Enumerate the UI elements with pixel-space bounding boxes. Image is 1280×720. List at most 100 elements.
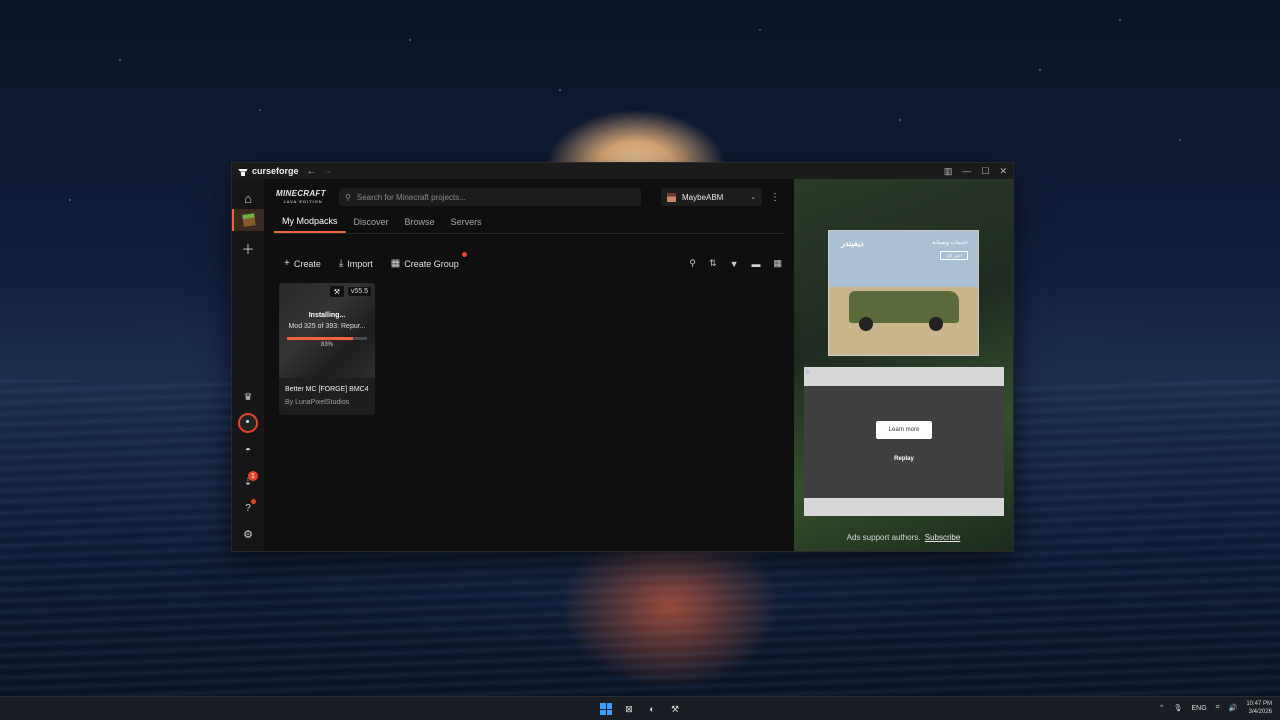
search-placeholder: Search for Minecraft projects... [356,192,466,202]
chevron-down-icon: ⌄ [750,194,756,201]
import-button[interactable]: ⤓ Import [339,258,373,269]
version-label: v55.5 [347,287,371,296]
tab-browse[interactable]: Browse [397,211,443,233]
start-button[interactable] [598,701,614,717]
close-button[interactable]: ✕ [999,166,1007,177]
search-input[interactable]: ⚲ Search for Minecraft projects... [339,188,641,206]
filter-icon[interactable]: ▼ [730,259,739,269]
subscribe-link[interactable]: Subscribe [925,533,961,542]
app-brand: curseforge [238,166,299,176]
ad-panel: ديفيندر خدمات وصيانة احجز الآن ▷ Learn m… [794,179,1013,551]
tab-discover[interactable]: Discover [346,211,397,233]
discord-icon[interactable]: ◓ [236,439,260,461]
windows-logo-icon [600,703,612,715]
profile-name: MaybeABM [682,192,724,202]
tabs-divider [274,233,784,234]
left-rail: ⌂ ＋ ♛ ◓ ⇣ 1 ? ⚙ [232,179,264,551]
home-icon[interactable]: ⌂ [236,187,260,209]
taskbar-apps: ⊠ ◐ ⚒ [598,701,683,717]
system-tray: ⌃ 🎙 ENG ⌗ 🔊 10:47 PM 3/4/2026 [1159,700,1272,716]
app-title: curseforge [252,166,299,176]
tab-servers[interactable]: Servers [443,211,490,233]
ad-choices-icon[interactable]: ▷ [806,368,811,375]
new-feature-dot [461,252,467,257]
create-group-button[interactable]: ▦ Create Group [391,252,467,269]
crown-icon[interactable]: ♛ [236,386,260,408]
ads-support-note: Ads support authors. Subscribe [794,533,1013,542]
browser-app-icon[interactable]: ◐ [644,701,660,717]
forward-arrow-icon[interactable]: → [323,166,333,177]
help-icon: ? [245,502,251,514]
record-icon [238,413,258,433]
clock-date: 3/4/2026 [1248,709,1272,715]
top-bar: MINECRAFT JAVA EDITION ⚲ Search for Mine… [276,188,794,206]
wallpaper-glow [560,550,780,690]
maximize-button[interactable]: ☐ [981,166,989,177]
taskbar: ⊠ ◐ ⚒ ⌃ 🎙 ENG ⌗ 🔊 10:47 PM 3/4/2026 [0,696,1280,720]
view-tools: ⚲ ⇅ ▼ ▬ ▦ [689,258,782,269]
curseforge-taskbar-icon[interactable]: ⚒ [667,701,683,717]
back-arrow-icon[interactable]: ← [307,166,317,177]
install-progress-text: Mod 325 of 393: Repur... [288,323,366,330]
downloads-button[interactable]: ⇣ 1 [236,471,260,493]
layout-toggle-icon[interactable]: ▥ [944,166,953,177]
install-progress-bar [287,337,367,340]
main-content: MINECRAFT JAVA EDITION ⚲ Search for Mine… [264,179,794,551]
create-group-label: Create Group [404,258,459,269]
modpack-author: By LunaPixelStudios [285,399,350,406]
modpack-toolbar: + Create ⤓ Import ▦ Create Group [284,252,467,269]
replay-button[interactable]: Replay [804,456,1004,462]
curseforge-icon: ⚒ [329,286,344,297]
modpack-card[interactable]: ⚒ v55.5 Installing... Mod 325 of 393: Re… [279,283,375,415]
install-percent: 83% [320,342,333,348]
more-options-icon[interactable]: ⋮ [770,192,780,203]
profile-selector[interactable]: MaybeABM ⌄ [661,188,762,206]
minecraft-game-button[interactable] [232,209,264,231]
chevron-up-icon[interactable]: ⌃ [1159,704,1165,712]
install-status: Installing... [308,312,346,319]
ads-support-text: Ads support authors. [846,533,921,542]
learn-more-button[interactable]: Learn more [876,421,932,439]
modpack-thumbnail [279,283,375,378]
network-icon[interactable]: ⌗ [1216,704,1220,712]
search-icon: ⚲ [345,192,351,202]
downloads-badge: 1 [248,471,258,481]
create-label: Create [293,258,321,269]
import-icon: ⤓ [338,258,344,269]
minimize-button[interactable]: — [962,166,971,177]
banner-ad[interactable]: ديفيندر خدمات وصيانة احجز الآن [828,230,979,356]
game-edition-text: JAVA EDITION [283,199,323,204]
ad-car-image [849,291,959,331]
game-logo-text: MINECRAFT [276,189,326,198]
settings-icon[interactable]: ⚙ [236,523,260,545]
microphone-icon[interactable]: 🎙 [1174,704,1183,712]
modpack-name: Better MC [FORGE] BMC4 [285,386,369,393]
avatar [667,192,676,202]
curseforge-window: curseforge ← → ▥ — ☐ ✕ ⌂ ＋ ♛ ◓ ⇣ 1 ? ⚙ M… [231,162,1014,552]
ad-cta-button[interactable]: احجز الآن [940,251,968,260]
volume-icon[interactable]: 🔊 [1229,704,1238,712]
window-controls: ▥ — ☐ ✕ [944,166,1007,177]
video-ad[interactable]: ▷ Learn more Replay [804,367,1004,516]
import-label: Import [347,258,373,269]
add-game-icon[interactable]: ＋ [236,237,260,259]
ad-subtitle: خدمات وصيانة [932,240,968,246]
version-badge: ⚒ v55.5 [329,286,371,297]
language-indicator[interactable]: ENG [1191,705,1206,712]
clock[interactable]: 10:47 PM 3/4/2026 [1246,700,1272,716]
sort-icon[interactable]: ⇅ [709,258,717,269]
search-icon[interactable]: ⚲ [689,258,696,269]
minecraft-icon [242,213,256,227]
create-button[interactable]: + Create [284,258,321,269]
title-bar: curseforge ← → ▥ — ☐ ✕ [232,163,1013,179]
grid-view-icon[interactable]: ▦ [773,258,782,269]
minecraft-logo[interactable]: MINECRAFT JAVA EDITION [276,189,330,205]
tab-my-modpacks[interactable]: My Modpacks [274,211,346,233]
ad-headline: ديفيندر [841,239,864,248]
help-button[interactable]: ? [236,497,260,519]
record-button[interactable] [236,412,260,434]
compact-view-icon[interactable]: ▬ [751,259,760,269]
install-progress-fill [287,337,354,340]
help-notification-dot [251,499,256,504]
xbox-app-icon[interactable]: ⊠ [621,701,637,717]
